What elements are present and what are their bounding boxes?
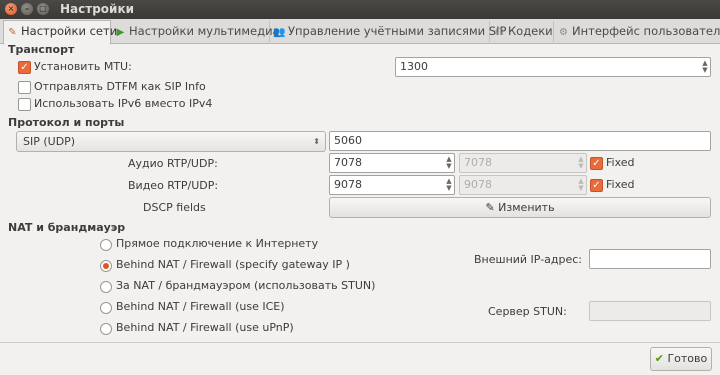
sip-port-value: 5060: [334, 134, 362, 147]
radio-nat-stun-label: За NAT / брандмауэром (использовать STUN…: [116, 279, 376, 292]
radio-direct-connection[interactable]: [100, 239, 112, 251]
video-port-max-spinbox: 9078 ▲ ▼: [459, 175, 587, 195]
pencil-icon: ✎: [485, 201, 495, 214]
ipv6-checkbox[interactable]: [18, 98, 31, 111]
protocol-heading: Протокол и порты: [8, 116, 125, 129]
video-port-spinbox[interactable]: 9078 ▲ ▼: [329, 175, 455, 195]
preferences-window: × – □ Настройки ✎ Настройки сети ▶ Настрой…: [0, 0, 720, 375]
audio-rtp-label: Аудио RTP/UDP:: [128, 157, 218, 170]
radio-direct-connection-label: Прямое подключение к Интернету: [116, 237, 319, 250]
tab-label: Настройки мультимедиа: [129, 24, 280, 38]
audio-port-max-spinbox: 7078 ▲ ▼: [459, 153, 587, 173]
radio-nat-stun[interactable]: [100, 281, 112, 293]
audio-port-spinbox[interactable]: 7078 ▲ ▼: [329, 153, 455, 173]
gear-icon: ⚙: [559, 27, 568, 38]
codecs-icon: ☊: [495, 27, 504, 38]
combo-arrows-icon: ⬍: [313, 137, 320, 146]
spin-arrows-icon: ▲ ▼: [578, 155, 584, 170]
radio-nat-gateway-ip-label: Behind NAT / Firewall (specify gateway I…: [116, 258, 350, 271]
spin-arrows-icon: ▲ ▼: [578, 177, 584, 192]
checkmark-icon: ✔: [654, 352, 664, 365]
tab-network-settings[interactable]: ✎ Настройки сети: [3, 20, 117, 45]
radio-nat-upnp-label: Behind NAT / Firewall (use uPnP): [116, 321, 294, 334]
tab-label: Кодеки: [508, 24, 553, 38]
accounts-icon: 👥: [273, 27, 286, 38]
tab-sip-accounts[interactable]: 👥 Управление учётными записями SIP: [271, 21, 506, 42]
tab-bar: ✎ Настройки сети ▶ Настройки мультимедиа 👥…: [0, 19, 720, 45]
video-fixed-checkbox[interactable]: ✓: [590, 179, 603, 192]
protocol-selected-value: SIP (UDP): [23, 135, 76, 148]
external-ip-label: Внешний IP-адрес:: [474, 253, 583, 266]
audio-fixed-label: Fixed: [606, 156, 635, 169]
audio-port-max-value: 7078: [464, 156, 492, 169]
minimize-window-button[interactable]: –: [21, 3, 33, 15]
ipv6-label: Использовать IPv6 вместо IPv4: [34, 97, 213, 110]
dscp-edit-button[interactable]: ✎ Изменить: [329, 197, 711, 218]
button-bar: ✔ Готово: [0, 342, 720, 375]
dscp-label: DSCP fields: [143, 201, 206, 214]
video-fixed-label: Fixed: [606, 178, 635, 191]
spin-arrows-icon[interactable]: ▲ ▼: [445, 178, 453, 192]
audio-port-value: 7078: [334, 156, 362, 169]
tab-user-interface[interactable]: ⚙ Интерфейс пользователя: [555, 21, 720, 42]
mtu-spinbox[interactable]: 1300 ▲ ▼: [395, 57, 711, 77]
tab-label: Настройки сети: [21, 24, 118, 38]
video-rtp-label: Видео RTP/UDP:: [128, 179, 219, 192]
video-port-value: 9078: [334, 178, 362, 191]
transport-heading: Транспорт: [8, 43, 75, 56]
radio-nat-ice[interactable]: [100, 302, 112, 314]
done-button[interactable]: ✔ Готово: [650, 347, 712, 371]
close-window-button[interactable]: ×: [5, 3, 17, 15]
window-title: Настройки: [60, 2, 135, 16]
title-bar: × – □ Настройки: [0, 0, 720, 19]
tab-multimedia-settings[interactable]: ▶ Настройки мультимедиа: [112, 21, 280, 42]
dtmf-sip-info-checkbox[interactable]: [18, 81, 31, 94]
radio-nat-ice-label: Behind NAT / Firewall (use ICE): [116, 300, 285, 313]
mtu-label: Установить MTU:: [34, 60, 132, 73]
play-icon: ▶: [116, 27, 125, 38]
tab-label: Интерфейс пользователя: [572, 24, 720, 38]
spin-arrows-icon[interactable]: ▲ ▼: [445, 156, 453, 170]
mtu-checkbox[interactable]: ✓: [18, 61, 31, 74]
video-port-max-value: 9078: [464, 178, 492, 191]
spin-arrows-icon[interactable]: ▲ ▼: [701, 60, 709, 74]
external-ip-input[interactable]: [589, 249, 711, 269]
tab-label: Управление учётными записями SIP: [288, 24, 507, 38]
mtu-value: 1300: [400, 60, 428, 73]
radio-nat-upnp[interactable]: [100, 323, 112, 335]
sip-port-input[interactable]: 5060: [329, 131, 711, 151]
radio-nat-gateway-ip[interactable]: [100, 260, 112, 272]
maximize-window-button[interactable]: □: [37, 3, 49, 15]
tab-codecs[interactable]: ☊ Кодеки: [491, 21, 554, 42]
stun-server-input: [589, 301, 711, 321]
protocol-select[interactable]: SIP (UDP) ⬍: [16, 131, 326, 152]
done-button-label: Готово: [667, 352, 708, 365]
dscp-edit-label: Изменить: [498, 201, 555, 214]
stun-server-label: Сервер STUN:: [488, 305, 567, 318]
dtmf-sip-info-label: Отправлять DTFM как SIP Info: [34, 80, 206, 93]
network-settings-icon: ✎: [8, 27, 17, 38]
nat-heading: NAT и брандмауэр: [8, 221, 126, 234]
audio-fixed-checkbox[interactable]: ✓: [590, 157, 603, 170]
